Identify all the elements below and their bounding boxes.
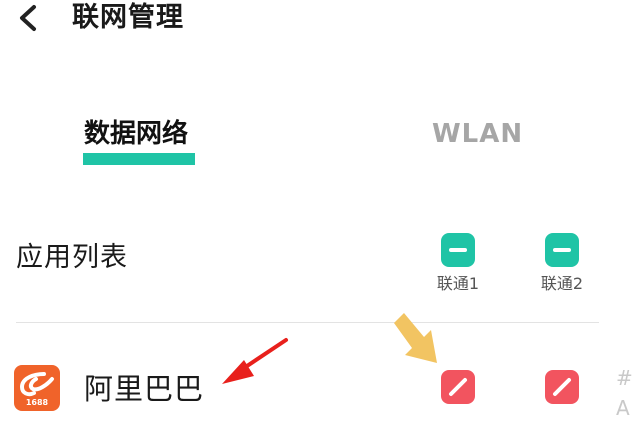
yellow-arrow-icon xyxy=(394,313,437,363)
annotation-arrows xyxy=(222,313,437,384)
index-bar-item[interactable]: A xyxy=(616,396,630,420)
red-arrow-icon xyxy=(222,338,288,384)
index-bar-item[interactable]: # xyxy=(616,366,633,390)
